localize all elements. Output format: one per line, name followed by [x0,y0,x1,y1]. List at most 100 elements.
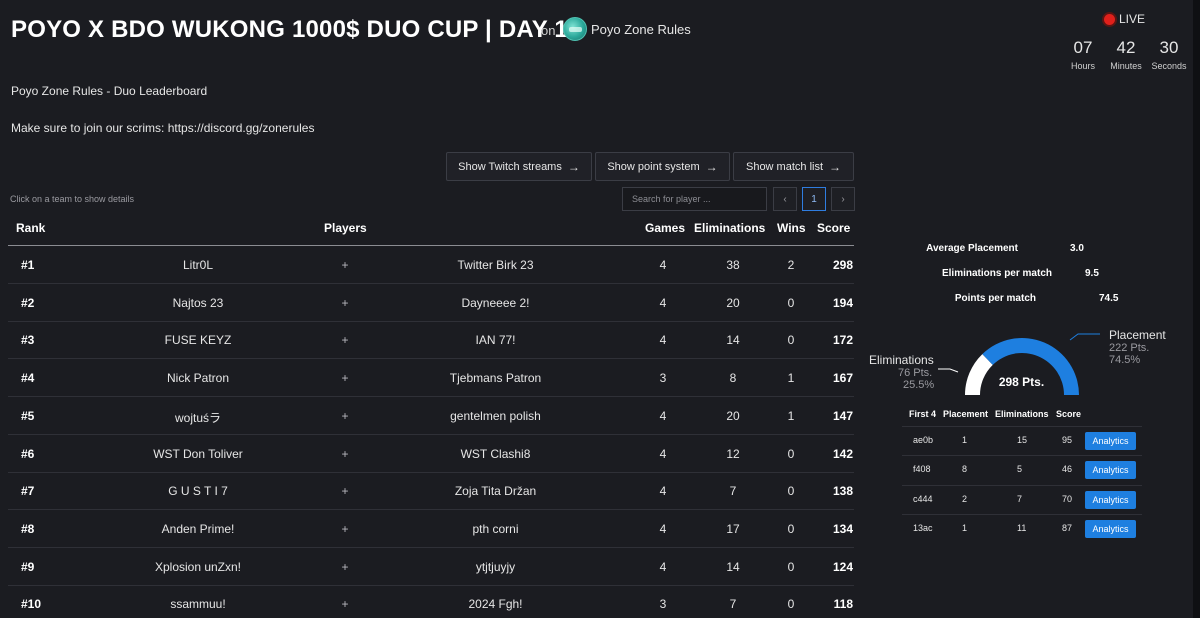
avg-placement-label: Average Placement [926,243,1018,254]
score-header: Score [817,221,851,235]
page-1-button[interactable]: 1 [802,187,826,211]
player-search-input[interactable] [622,187,767,211]
donut-elims-pts: 76 Pts. [898,367,933,379]
match-score-cell: 87 [1062,522,1073,533]
leaderboard-row[interactable]: #6 WST Don Toliver WST Clashi8 4 12 0 142 + [8,435,854,473]
eliminations-cell: 7 [729,484,737,499]
org-logo[interactable] [563,17,587,41]
score-cell: 172 [832,333,853,348]
wins-cell: 0 [787,559,795,574]
prev-page-button[interactable]: ‹ [773,187,797,211]
plus-icon: + [341,371,349,386]
wins-cell: 0 [787,484,795,499]
player-2-name: gentelmen polish [450,408,541,423]
match-elims-cell: 15 [1017,435,1028,445]
analytics-button[interactable]: Analytics [1085,461,1136,480]
player-2-name: Dayneeee 2! [461,295,530,310]
eliminations-cell: 8 [729,371,737,386]
games-cell: 3 [659,371,667,386]
scrims-notice: Make sure to join our scrims: https://di… [11,121,315,135]
analytics-button[interactable]: Analytics [1085,432,1136,450]
eliminations-cell: 7 [729,597,737,612]
score-cell: 118 [833,597,853,612]
match-row: f408 8 5 46 Analytics [902,455,1142,484]
leaderboard-row[interactable]: #1 Litr0L Twitter Birk 23 4 38 2 298 + [8,246,854,284]
arrow-right-icon: → [829,159,842,174]
rank-cell: #5 [21,408,35,423]
right-edge-shadow [1193,0,1200,618]
eliminations-cell: 20 [726,295,740,310]
page-title: POYO X BDO WUKONG 1000$ DUO CUP | DAY 1 [11,16,568,43]
match-score-cell: 46 [1062,464,1073,475]
show-match-list-button[interactable]: Show match list → [733,152,854,181]
team-details-hint: Click on a team to show details [10,194,135,204]
rank-cell: #3 [21,333,35,348]
plus-icon: + [341,484,349,499]
show-twitch-streams-button[interactable]: Show Twitch streams → [446,152,592,181]
player-2-name: Tjebmans Patron [449,371,542,386]
analytics-button[interactable]: Analytics [1085,519,1136,538]
match-row: ae0b 1 15 95 Analytics [902,426,1142,455]
match-placement-cell: 8 [962,464,968,475]
match-placement-header: Placement [943,409,989,419]
eliminations-cell: 14 [726,559,740,574]
rank-cell: #9 [21,559,35,574]
eliminations-cell: 14 [726,333,740,348]
games-cell: 4 [659,484,667,499]
rank-cell: #2 [21,295,35,310]
arrow-right-icon: → [567,159,580,174]
leaderboard-row[interactable]: #7 G U S T I 7 Zoja Tita Držan 4 7 0 138 + [8,472,854,511]
rank-cell: #4 [21,371,35,386]
match-score-header: Score [1056,409,1082,419]
countdown-hours: 07 [1073,38,1093,57]
show-point-system-button[interactable]: Show point system → [595,152,730,181]
leaderboard-row[interactable]: #2 Najtos 23 Dayneeee 2! 4 20 0 194 + [8,284,854,322]
on-label: on [541,23,556,38]
match-elims-cell: 5 [1017,464,1023,475]
player-1-name: FUSE KEYZ [164,333,232,348]
score-cell: 138 [832,484,853,499]
player-1-name: wojtuśラ [174,410,221,425]
leaderboard-row[interactable]: #3 FUSE KEYZ IAN 77! 4 14 0 172 + [8,321,854,360]
match-elims-cell: 7 [1017,493,1023,504]
player-1-name: G U S T I 7 [168,484,228,499]
wins-cell: 2 [787,258,795,272]
player-1-name: Litr0L [182,258,214,272]
plus-icon: + [341,446,349,461]
player-2-name: 2024 Fgh! [468,597,523,612]
org-name-link[interactable]: Poyo Zone Rules [591,22,691,37]
match-row: 13ac 1 11 87 Analytics [902,513,1142,543]
leaderboard-header: Rank Players Games Eliminations Wins Sco… [8,212,854,246]
wins-cell: 0 [787,295,795,310]
leaderboard-row[interactable]: #10 ssammuu! 2024 Fgh! 3 7 0 118 + [8,585,854,618]
leaderboard-row[interactable]: #5 wojtuśラ gentelmen polish 4 20 1 147 + [8,397,854,435]
eliminations-cell: 38 [726,258,740,272]
plus-icon: + [341,408,349,423]
rank-cell: #10 [21,597,42,612]
score-cell: 134 [832,521,853,536]
next-page-button[interactable]: › [831,187,855,211]
leaderboard-row[interactable]: #4 Nick Patron Tjebmans Patron 3 8 1 167 + [8,359,854,398]
score-cell: 167 [832,371,853,386]
games-cell: 4 [659,559,667,574]
placement-leader-line [1069,333,1100,341]
match-score-cell: 95 [1062,435,1073,445]
plus-icon: + [341,258,349,272]
wins-cell: 0 [787,521,795,536]
wins-cell: 1 [787,408,795,423]
donut-total-points: 298 Pts. [998,375,1045,389]
match-score-cell: 70 [1062,493,1073,504]
plus-icon: + [341,559,349,574]
player-1-name: Anden Prime! [161,521,235,536]
wins-cell: 0 [787,597,795,612]
analytics-button[interactable]: Analytics [1085,490,1136,509]
match-id-cell: c444 [913,493,933,504]
leaderboard-row[interactable]: #8 Anden Prime! pth corni 4 17 0 134 + [8,510,854,548]
games-cell: 4 [659,258,667,272]
leaderboard-row[interactable]: #9 Xplosion unZxn! ytjtjuyjy 4 14 0 124 + [8,548,854,586]
eliminations-cell: 20 [726,408,740,423]
button-label: Show point system [607,160,700,173]
rank-cell: #1 [21,258,35,272]
rank-cell: #8 [21,521,35,536]
match-id-cell: f408 [913,464,931,475]
